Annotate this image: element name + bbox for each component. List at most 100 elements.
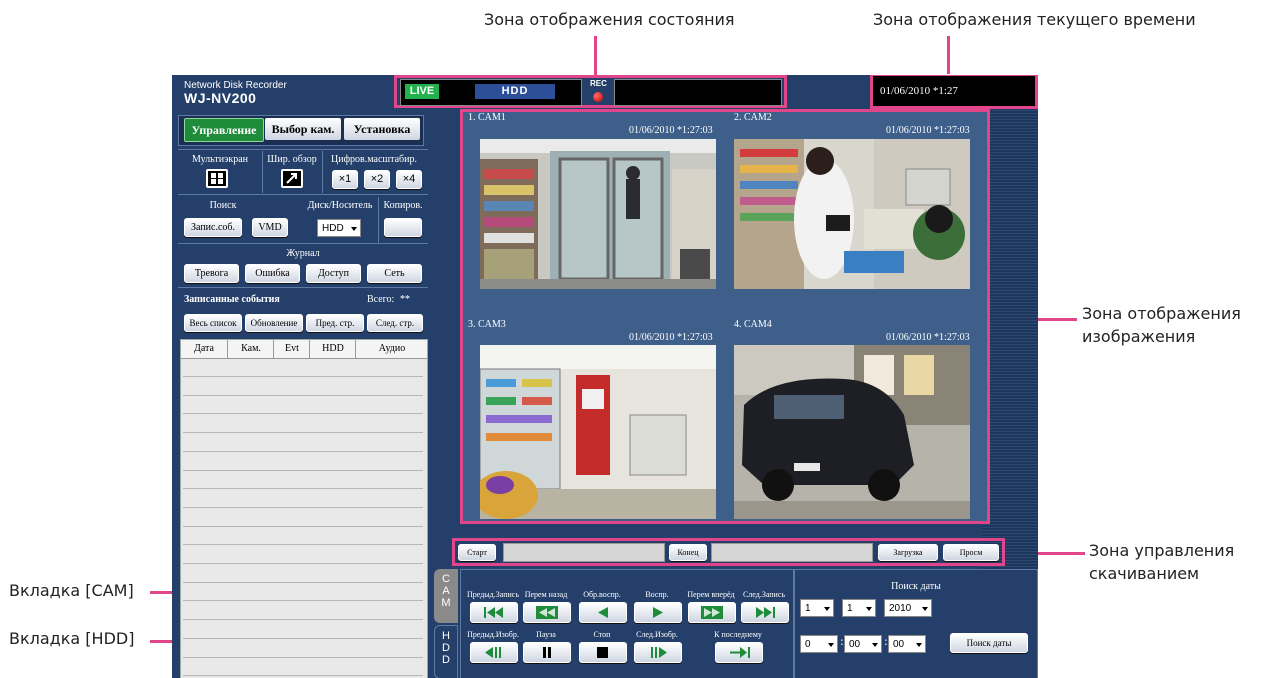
date-search-button[interactable]: Поиск даты (950, 633, 1028, 653)
disk-label: Диск/Носитель (307, 200, 373, 211)
prev-record-button[interactable] (470, 602, 518, 623)
cam4-timestamp: 01/06/2010 *1:27:03 (886, 332, 970, 343)
view-button[interactable]: Просм (943, 544, 999, 561)
tab-setup[interactable]: Установка (344, 118, 420, 140)
hdd-indicator: HDD (475, 84, 555, 99)
step-forward-icon (651, 647, 667, 658)
table-row[interactable] (183, 416, 423, 434)
chevron-down-icon (828, 643, 834, 647)
chevron-down-icon (351, 227, 357, 231)
alarm-log-button[interactable]: Тревога (184, 264, 239, 283)
network-log-button[interactable]: Сеть (367, 264, 422, 283)
cam1-view[interactable] (480, 139, 716, 289)
next-frame-label: След.Изобр. (636, 630, 678, 639)
to-latest-label: К последнему (714, 630, 762, 639)
rec-label: REC (590, 79, 607, 88)
rewind-icon (536, 606, 558, 619)
minute-value: 00 (849, 639, 861, 650)
reverse-play-icon (598, 607, 608, 618)
callout-status-zone: Зона отображения состояния (484, 10, 735, 29)
chevron-down-icon (824, 607, 830, 611)
to-latest-button[interactable] (715, 642, 763, 663)
table-row[interactable] (183, 378, 423, 396)
refresh-button[interactable]: Обновление (245, 314, 303, 332)
second-select[interactable]: 00 (888, 635, 926, 653)
table-row[interactable] (183, 434, 423, 452)
reverse-play-button[interactable] (579, 602, 627, 623)
error-log-button[interactable]: Ошибка (245, 264, 300, 283)
year-select[interactable]: 2010 (884, 599, 932, 617)
next-page-button[interactable]: След. стр. (367, 314, 423, 332)
table-row[interactable] (183, 659, 423, 677)
rewind-button[interactable] (523, 602, 571, 623)
prev-frame-button[interactable] (470, 642, 518, 663)
tab-camera-select[interactable]: Выбор кам. (265, 118, 341, 140)
date-search-title: Поиск даты (891, 581, 941, 592)
events-table-header: Дата Кам. Evt HDD Аудио (181, 340, 427, 359)
table-row[interactable] (183, 640, 423, 658)
disk-select[interactable]: HDD (317, 219, 361, 237)
cam1-image (480, 139, 716, 289)
month-select[interactable]: 1 (800, 599, 834, 617)
download-button[interactable]: Загрузка (878, 544, 938, 561)
download-start-button[interactable]: Старт (458, 544, 496, 561)
zoom-x2-button[interactable]: ×2 (364, 170, 390, 189)
table-row[interactable] (183, 509, 423, 527)
minute-select[interactable]: 00 (844, 635, 882, 653)
tab-control[interactable]: Управление (184, 118, 264, 142)
fast-forward-button[interactable] (688, 602, 736, 623)
table-row[interactable] (183, 547, 423, 564)
callout-line-status (594, 36, 597, 76)
day-select[interactable]: 1 (842, 599, 876, 617)
copy-button[interactable] (384, 218, 422, 237)
prev-page-button[interactable]: Пред. стр. (306, 314, 364, 332)
multiscreen-button[interactable] (206, 169, 228, 188)
decorative-stripes (982, 109, 1038, 569)
rec-indicator-icon (593, 92, 603, 102)
quad-screen-icon (211, 173, 223, 184)
zoom-x4-button[interactable]: ×4 (396, 170, 422, 189)
next-record-label: След.Запись (742, 590, 786, 599)
full-list-button[interactable]: Весь список (184, 314, 242, 332)
play-button[interactable] (634, 602, 682, 623)
table-row[interactable] (183, 360, 423, 377)
next-frame-button[interactable] (634, 642, 682, 663)
download-start-field[interactable] (503, 543, 665, 562)
download-end-button[interactable]: Конец (669, 544, 707, 561)
table-row[interactable] (183, 490, 423, 508)
cam2-image (734, 139, 970, 289)
table-row[interactable] (183, 565, 423, 583)
vmd-search-button[interactable]: VMD (252, 218, 288, 237)
cam2-timestamp: 01/06/2010 *1:27:03 (886, 125, 970, 136)
wide-view-button[interactable] (281, 169, 303, 188)
table-row[interactable] (183, 397, 423, 415)
table-row[interactable] (183, 603, 423, 621)
events-total-value: ** (400, 294, 410, 305)
table-row[interactable] (183, 584, 423, 602)
cam3-name: 3. CAM3 (468, 319, 506, 330)
table-row[interactable] (183, 621, 423, 639)
current-time: 01/06/2010 *1:27 (880, 85, 958, 97)
table-row[interactable] (183, 472, 423, 490)
col-camera: Кам. (227, 340, 274, 358)
recorded-events-search-button[interactable]: Запис.соб. (184, 218, 242, 237)
events-table: Дата Кам. Evt HDD Аудио (180, 339, 428, 678)
hdd-tab[interactable]: HDD (434, 625, 458, 678)
cam2-view[interactable] (734, 139, 970, 289)
download-end-field[interactable] (711, 543, 873, 562)
cam-tab[interactable]: CAM (434, 569, 458, 623)
table-row[interactable] (183, 528, 423, 546)
hour-select[interactable]: 0 (800, 635, 838, 653)
stop-button[interactable] (579, 642, 627, 663)
table-row[interactable] (183, 453, 423, 471)
chevron-down-icon (866, 607, 872, 611)
cam3-view[interactable] (480, 345, 716, 519)
disk-select-value: HDD (322, 223, 344, 234)
access-log-button[interactable]: Доступ (306, 264, 361, 283)
wide-view-label: Шир. обзор (267, 154, 317, 165)
zoom-x1-button[interactable]: ×1 (332, 170, 358, 189)
cam4-view[interactable] (734, 345, 970, 519)
next-record-button[interactable] (741, 602, 789, 623)
pause-button[interactable] (523, 642, 571, 663)
col-event: Evt (273, 340, 310, 358)
